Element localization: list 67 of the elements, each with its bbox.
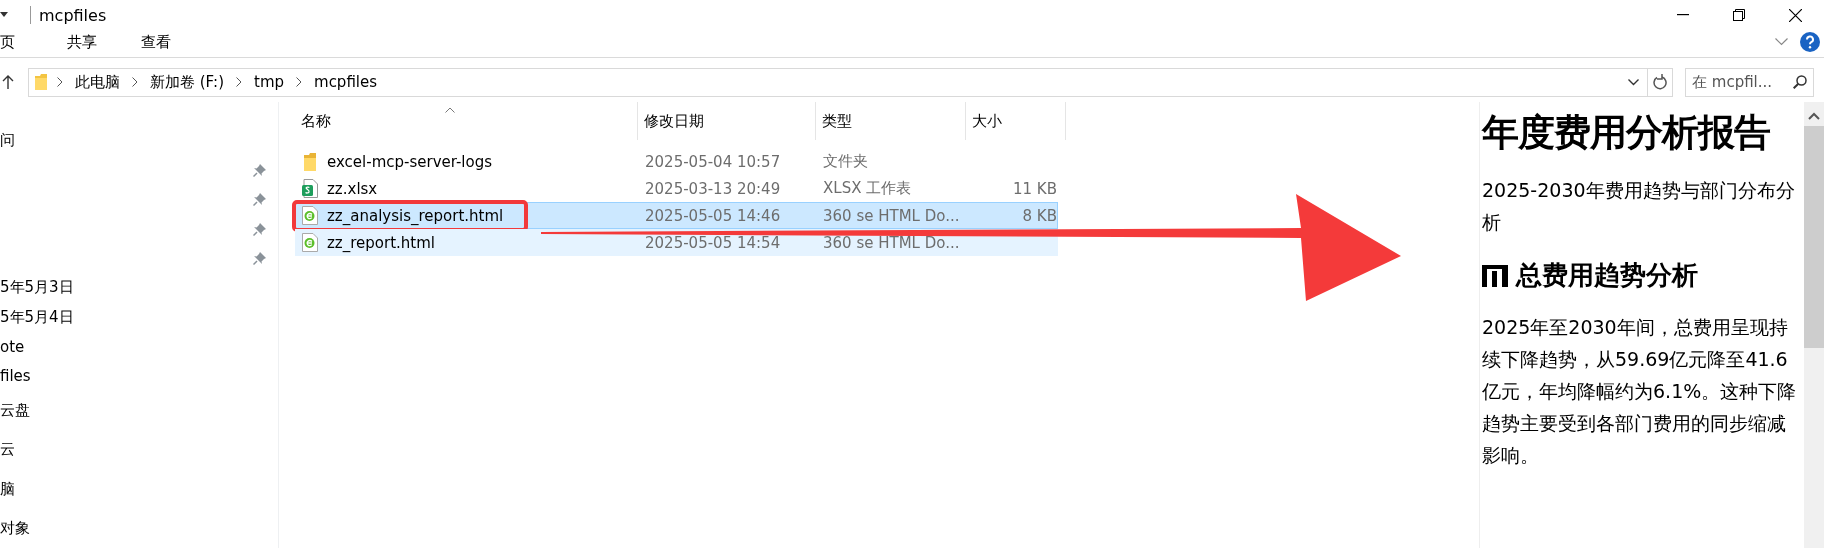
file-name: zz.xlsx xyxy=(327,179,378,198)
web-document-icon xyxy=(302,206,318,225)
chevron-right-icon xyxy=(57,77,63,87)
spreadsheet-icon xyxy=(302,179,318,198)
window-title: mcpfiles xyxy=(39,5,108,25)
report-subtitle: 2025-2030年费用趋势与部门分布分析 xyxy=(1482,178,1796,235)
search-field[interactable]: 在 mcpfil... xyxy=(1685,67,1814,97)
chevron-down-icon[interactable] xyxy=(1628,78,1639,86)
column-header[interactable]: 大小 xyxy=(966,102,1066,140)
scroll-up-icon[interactable] xyxy=(1808,112,1820,120)
file-row[interactable]: zz_analysis_report.html 2025-05-05 14:46 360 se HTML Do... 8 KB xyxy=(295,202,1058,229)
sidebar-item[interactable]: 脑 xyxy=(0,479,15,499)
scrollbar-thumb[interactable] xyxy=(1804,126,1824,348)
ribbon-tab[interactable]: 查看 xyxy=(141,32,171,52)
ribbon-tab[interactable]: 共享 xyxy=(67,32,97,52)
file-type: 文件夹 xyxy=(822,152,869,171)
minimize-icon[interactable] xyxy=(1677,14,1689,16)
modified-date: 2025-05-05 14:46 xyxy=(644,206,782,225)
search-icon xyxy=(1793,75,1807,89)
sidebar-item[interactable]: 问 xyxy=(0,131,15,151)
column-header[interactable]: 类型 xyxy=(816,102,966,140)
dropdown-caret-icon[interactable] xyxy=(0,12,8,18)
chevron-right-icon xyxy=(296,77,302,87)
breadcrumb-item[interactable]: 此电脑 xyxy=(67,72,128,92)
sidebar-item[interactable]: files xyxy=(0,367,31,386)
ribbon-tab[interactable]: 页 xyxy=(0,32,15,52)
column-header[interactable]: 名称 xyxy=(295,102,638,140)
close-icon[interactable] xyxy=(1789,8,1802,22)
chevron-right-icon xyxy=(236,77,242,87)
breadcrumb-item[interactable]: mcpfiles xyxy=(306,73,386,91)
breadcrumb-item[interactable]: 新加卷 (F:) xyxy=(142,72,232,92)
search-placeholder: 在 mcpfil... xyxy=(1692,72,1773,92)
file-row[interactable]: excel-mcp-server-logs 2025-05-04 10:57 文件夹 xyxy=(295,148,1058,175)
folder-icon xyxy=(304,152,316,171)
restore-icon[interactable] xyxy=(1733,9,1745,21)
modified-date: 2025-03-13 20:49 xyxy=(644,179,782,198)
scrollbar[interactable] xyxy=(1804,102,1824,548)
sidebar-item[interactable]: 5年5月4日 xyxy=(0,307,74,327)
up-arrow-icon[interactable] xyxy=(2,75,14,89)
bar-chart-icon xyxy=(1482,264,1508,287)
file-type: XLSX 工作表 xyxy=(822,179,913,198)
folder-icon xyxy=(35,74,47,90)
file-type: 360 se HTML Do... xyxy=(822,233,961,252)
refresh-icon[interactable] xyxy=(1653,74,1667,90)
modified-date: 2025-05-04 10:57 xyxy=(644,152,782,171)
chevron-right-icon xyxy=(132,77,138,87)
modified-date: 2025-05-05 14:54 xyxy=(644,233,782,252)
file-name: zz_report.html xyxy=(327,233,435,252)
address-bar[interactable]: 此电脑 新加卷 (F:) tmp mcpfiles xyxy=(28,67,1673,97)
sidebar-item[interactable]: ote xyxy=(0,337,25,356)
section-heading: 总费用趋势分析 xyxy=(1516,259,1698,292)
report-paragraph: 2025年至2030年间，总费用呈现持续下降趋势，从59.69亿元降至41.6亿元，年均降幅约为6.1%。这种下降趋势主要受到各部门费用的同步缩减影响。 xyxy=(1482,315,1798,468)
sidebar-item[interactable]: 云盘 xyxy=(0,401,30,421)
report-title: 年度费用分析报告 xyxy=(1482,110,1771,156)
help-icon[interactable] xyxy=(1800,32,1820,52)
file-size: 8 KB xyxy=(1021,206,1057,225)
breadcrumb-item[interactable]: tmp xyxy=(246,73,292,91)
file-size: 11 KB xyxy=(1012,179,1057,198)
file-name: zz_analysis_report.html xyxy=(327,206,504,225)
sidebar-item[interactable]: 对象 xyxy=(0,518,30,538)
web-document-icon xyxy=(302,233,318,252)
file-name: excel-mcp-server-logs xyxy=(327,152,493,171)
file-type: 360 se HTML Do... xyxy=(822,206,961,225)
file-row[interactable]: zz.xlsx 2025-03-13 20:49 XLSX 工作表 11 KB xyxy=(295,175,1058,202)
sidebar-item[interactable]: 云 xyxy=(0,440,15,460)
column-header[interactable]: 修改日期 xyxy=(638,102,816,140)
sidebar-item[interactable]: 5年5月3日 xyxy=(0,278,74,298)
